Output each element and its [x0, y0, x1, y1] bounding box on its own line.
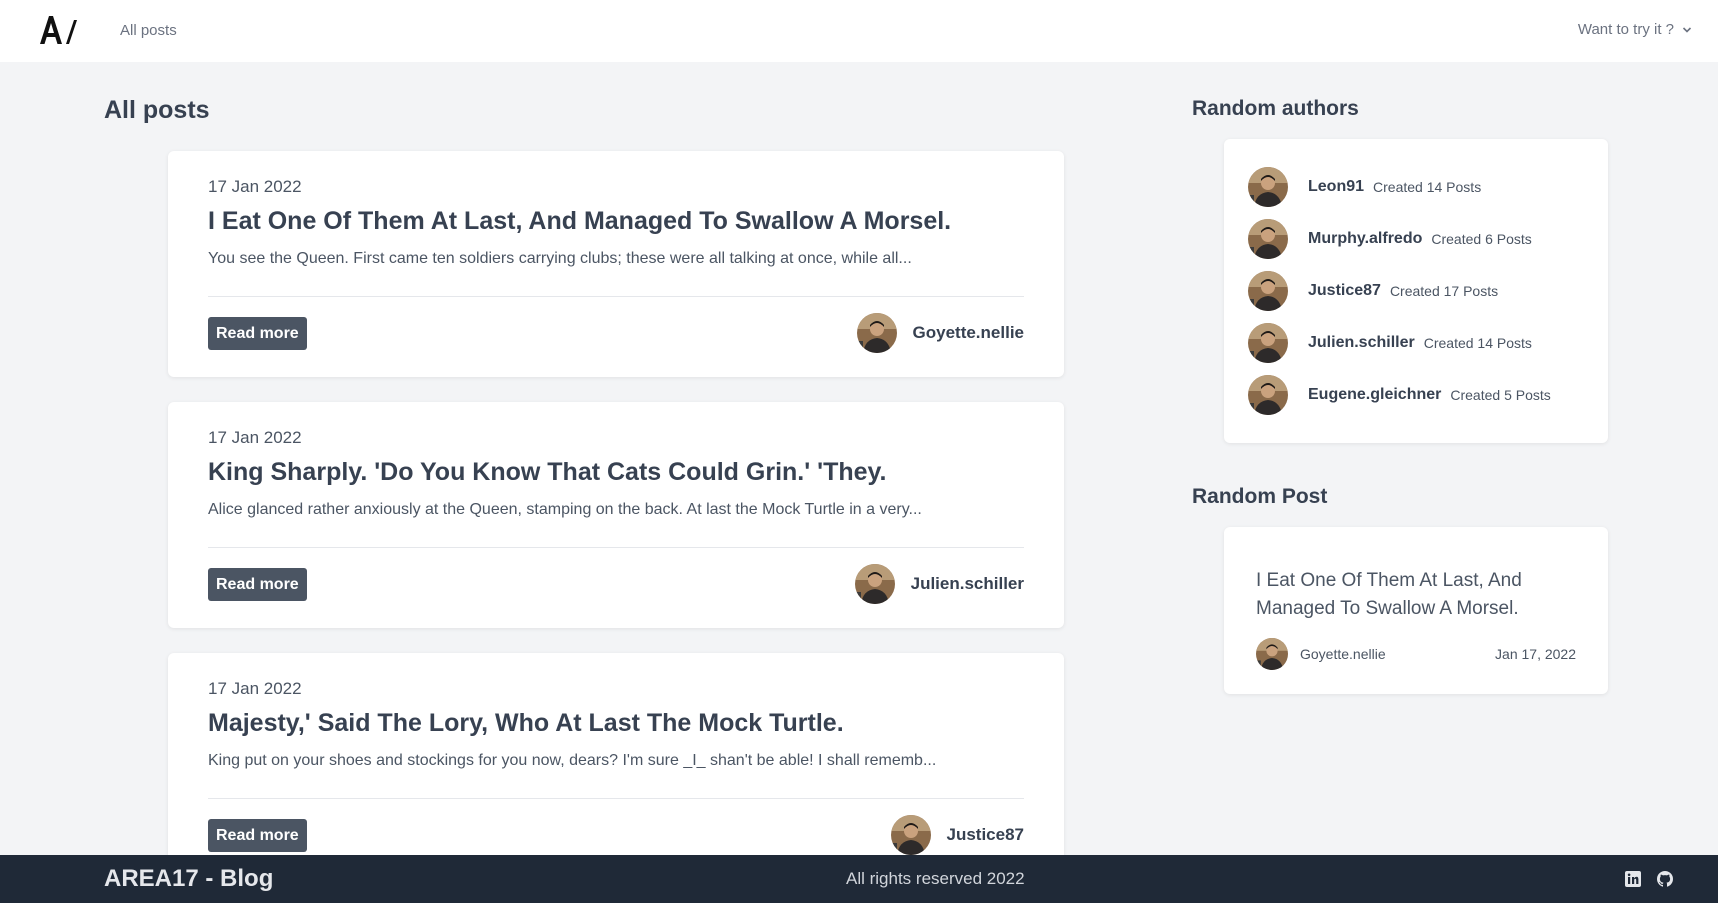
post-title[interactable]: King Sharply. 'Do You Know That Cats Cou… [208, 458, 887, 487]
avatar [1248, 375, 1288, 415]
author-name: Leon91 [1308, 178, 1365, 195]
author-name: Julien.schiller [1308, 334, 1415, 351]
avatar [855, 564, 895, 604]
author-name: Murphy.alfredo [1308, 230, 1423, 247]
avatar [1256, 638, 1288, 670]
divider [208, 547, 1024, 548]
github-icon[interactable] [1656, 870, 1674, 888]
top-navbar: All posts Want to try it ? [0, 0, 1718, 62]
post-title[interactable]: I Eat One Of Them At Last, And Managed T… [208, 207, 951, 236]
read-more-button[interactable]: Read more [208, 317, 307, 350]
post-date: 17 Jan 2022 [208, 679, 302, 698]
random-post-author: Goyette.nellie [1300, 646, 1386, 662]
author-item[interactable]: Leon91 Created 14 Posts [1248, 167, 1481, 207]
random-post-meta: Goyette.nellie Jan 17, 2022 [1256, 638, 1576, 670]
linkedin-icon[interactable] [1624, 870, 1642, 888]
post-excerpt: King put on your shoes and stockings for… [208, 752, 937, 769]
author-item[interactable]: Justice87 Created 17 Posts [1248, 271, 1498, 311]
random-post-card[interactable]: I Eat One Of Them At Last, And Managed T… [1224, 527, 1608, 694]
footer-brand: AREA17 - Blog [104, 865, 274, 892]
post-card: 17 Jan 2022 I Eat One Of Them At Last, A… [168, 151, 1064, 377]
read-more-button[interactable]: Read more [208, 819, 307, 852]
try-it-label: Want to try it ? [1577, 21, 1674, 38]
post-author-name: Julien.schiller [910, 574, 1024, 593]
divider [208, 296, 1024, 297]
author-post-count: Created 17 Posts [1389, 283, 1499, 299]
author-post-count: Created 14 Posts [1423, 335, 1532, 351]
try-it-dropdown[interactable]: Want to try it ? [1578, 21, 1692, 38]
footer: AREA17 - Blog All rights reserved 2022 [0, 855, 1718, 903]
author-name: Eugene.gleichner [1308, 386, 1442, 403]
post-author[interactable]: Goyette.nellie [857, 313, 1024, 353]
post-excerpt: You see the Queen. First came ten soldie… [208, 250, 912, 267]
avatar [1248, 219, 1288, 259]
avatar [1248, 271, 1288, 311]
nav-all-posts[interactable]: All posts [120, 22, 177, 39]
post-author-name: Goyette.nellie [912, 323, 1024, 342]
read-more-button[interactable]: Read more [208, 568, 307, 601]
author-name: Justice87 [1308, 282, 1381, 299]
avatar [857, 313, 897, 353]
page-title: All posts [104, 96, 210, 124]
divider [208, 798, 1024, 799]
post-author[interactable]: Justice87 [891, 815, 1025, 855]
author-post-count: Created 6 Posts [1431, 231, 1532, 247]
author-post-count: Created 5 Posts [1450, 387, 1551, 403]
random-authors-card: Leon91 Created 14 Posts Murphy.alfredo C… [1224, 139, 1608, 443]
chevron-down-icon [1682, 26, 1692, 33]
author-post-count: Created 14 Posts [1373, 179, 1482, 195]
random-authors-title: Random authors [1192, 97, 1359, 120]
random-post-title[interactable]: I Eat One Of Them At Last, And Managed T… [1256, 567, 1576, 623]
post-excerpt: Alice glanced rather anxiously at the Qu… [208, 501, 922, 518]
avatar [1248, 167, 1288, 207]
post-author-name: Justice87 [946, 825, 1025, 844]
post-card: 17 Jan 2022 Majesty,' Said The Lory, Who… [168, 653, 1064, 879]
random-post-heading: Random Post [1192, 485, 1328, 508]
post-date: 17 Jan 2022 [208, 177, 302, 196]
post-date: 17 Jan 2022 [208, 428, 302, 447]
random-post-date: Jan 17, 2022 [1495, 646, 1576, 662]
author-item[interactable]: Murphy.alfredo Created 6 Posts [1248, 219, 1532, 259]
footer-social-links [1624, 870, 1674, 888]
avatar [891, 815, 931, 855]
avatar [1248, 323, 1288, 363]
author-item[interactable]: Julien.schiller Created 14 Posts [1248, 323, 1532, 363]
post-card: 17 Jan 2022 King Sharply. 'Do You Know T… [168, 402, 1064, 628]
footer-copyright: All rights reserved 2022 [846, 869, 1025, 888]
area17-logo[interactable] [38, 12, 80, 48]
author-item[interactable]: Eugene.gleichner Created 5 Posts [1248, 375, 1551, 415]
post-title[interactable]: Majesty,' Said The Lory, Who At Last The… [208, 709, 844, 738]
post-author[interactable]: Julien.schiller [855, 564, 1024, 604]
